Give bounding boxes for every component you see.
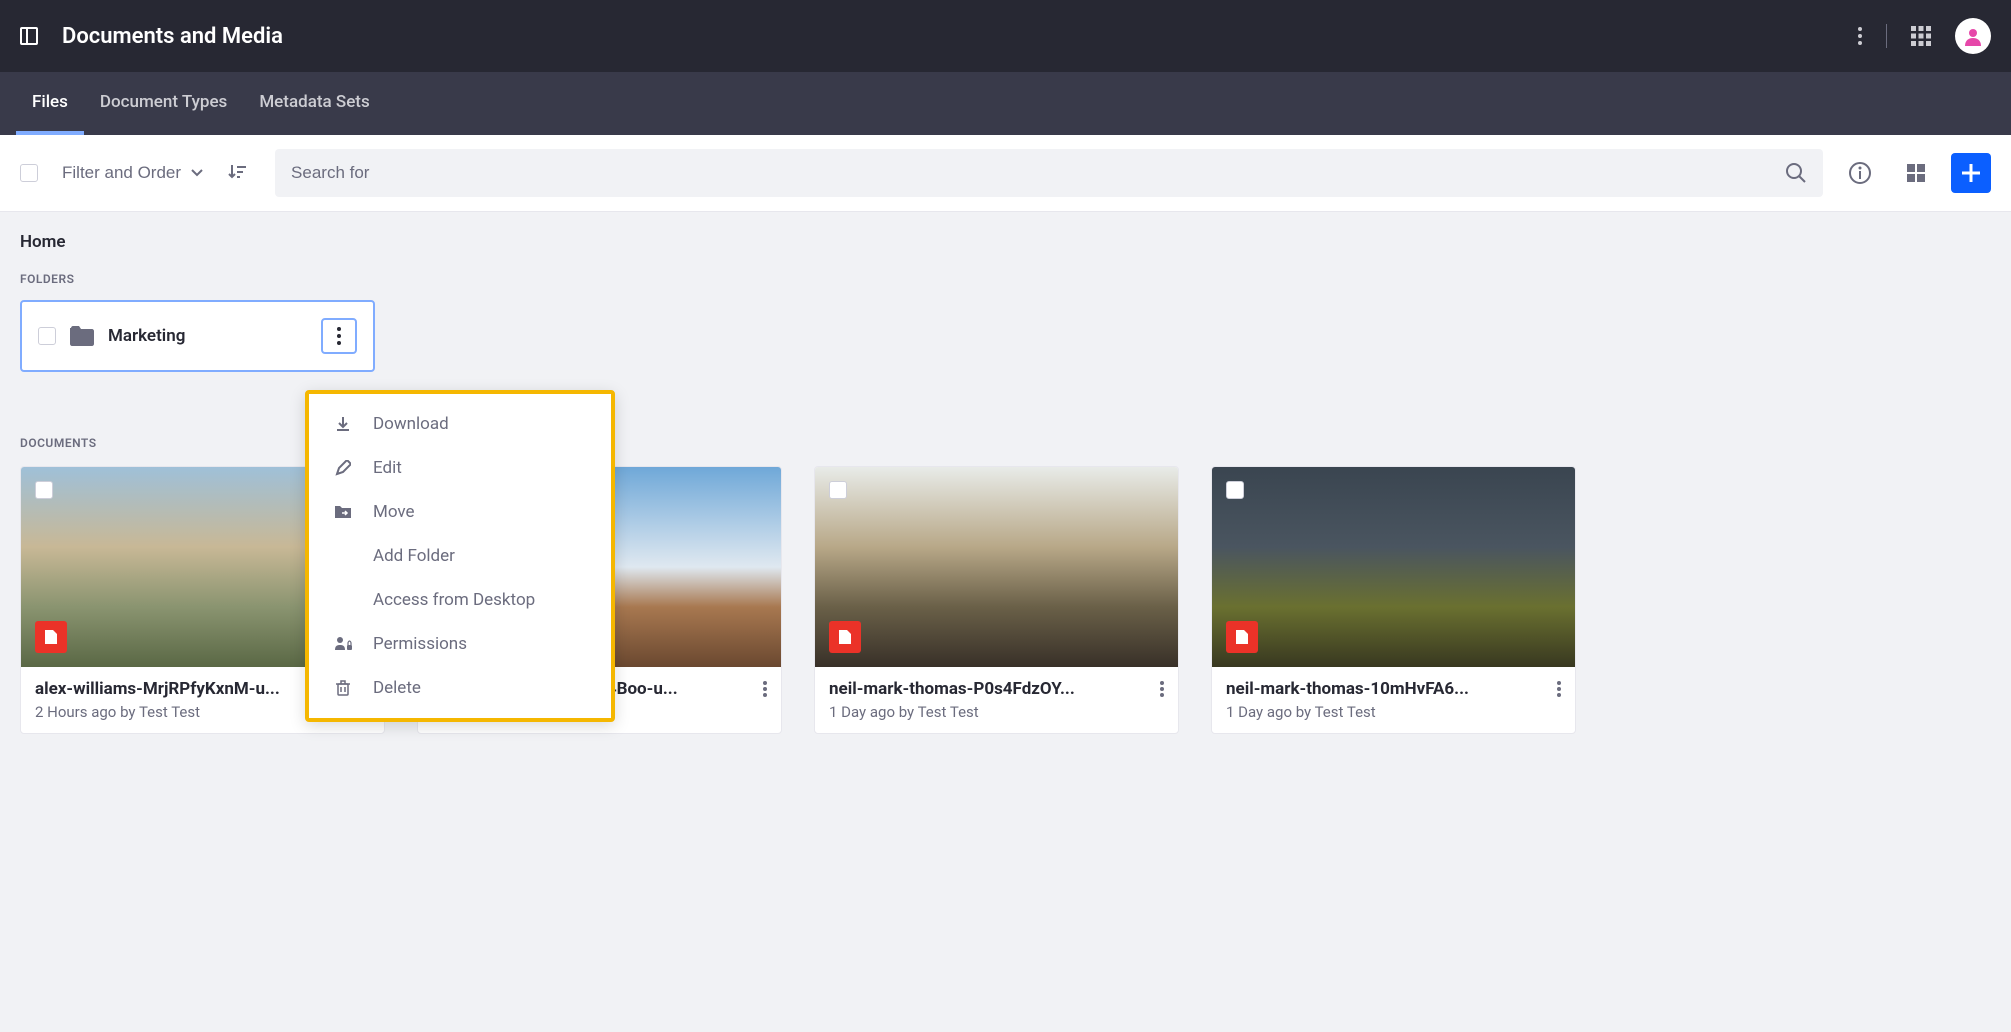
folder-name: Marketing <box>108 326 307 346</box>
dropdown-edit[interactable]: Edit <box>309 446 611 490</box>
page-title: Documents and Media <box>62 24 283 49</box>
app-header: Documents and Media <box>0 0 2011 72</box>
document-card[interactable]: neil-mark-thomas-P0s4FdzOY... 1 Day ago … <box>814 466 1179 734</box>
dropdown-move-label: Move <box>373 502 415 522</box>
folder-actions-button[interactable] <box>321 318 357 354</box>
folder-checkbox[interactable] <box>38 327 56 345</box>
image-badge-icon <box>1226 621 1258 653</box>
dropdown-permissions-label: Permissions <box>373 634 467 654</box>
folder-icon <box>70 326 94 346</box>
dropdown-edit-label: Edit <box>373 458 402 478</box>
document-meta: 1 Day ago by Test Test <box>829 703 1164 721</box>
document-checkbox[interactable] <box>1226 481 1244 499</box>
document-meta: 1 Day ago by Test Test <box>1226 703 1561 721</box>
search-box <box>275 149 1823 197</box>
move-icon <box>333 505 353 519</box>
dropdown-move[interactable]: Move <box>309 490 611 534</box>
folder-card[interactable]: Marketing <box>20 300 375 372</box>
edit-icon <box>333 460 353 476</box>
caret-down-icon <box>191 169 203 177</box>
image-badge-icon <box>35 621 67 653</box>
sort-icon[interactable] <box>227 163 247 183</box>
document-checkbox[interactable] <box>829 481 847 499</box>
search-icon[interactable] <box>1785 162 1807 184</box>
folders-section-label: FOLDERS <box>20 272 1991 286</box>
download-icon <box>333 416 353 432</box>
dropdown-download[interactable]: Download <box>309 402 611 446</box>
dropdown-delete[interactable]: Delete <box>309 666 611 710</box>
add-button[interactable] <box>1951 153 1991 193</box>
panel-toggle-icon[interactable] <box>20 27 38 45</box>
search-input[interactable] <box>291 163 1785 183</box>
folder-actions-dropdown: Download Edit Move Add Folder Access fro… <box>305 390 615 722</box>
document-thumbnail <box>815 467 1178 667</box>
select-all-checkbox[interactable] <box>20 164 38 182</box>
tab-files[interactable]: Files <box>16 72 84 135</box>
document-actions-icon[interactable] <box>1557 681 1561 697</box>
permissions-icon <box>333 636 353 652</box>
dropdown-delete-label: Delete <box>373 678 421 698</box>
image-badge-icon <box>829 621 861 653</box>
document-checkbox[interactable] <box>35 481 53 499</box>
filter-order-label: Filter and Order <box>62 163 181 183</box>
header-more-icon[interactable] <box>1858 27 1862 45</box>
dropdown-access-desktop-label: Access from Desktop <box>373 590 535 610</box>
filter-order-button[interactable]: Filter and Order <box>54 163 211 183</box>
tab-document-types[interactable]: Document Types <box>84 72 243 135</box>
document-card[interactable]: neil-mark-thomas-10mHvFA6... 1 Day ago b… <box>1211 466 1576 734</box>
toolbar: Filter and Order <box>0 135 2011 212</box>
document-title: neil-mark-thomas-P0s4FdzOY... <box>829 679 1160 699</box>
breadcrumb[interactable]: Home <box>20 232 1991 252</box>
delete-icon <box>333 680 353 696</box>
dropdown-access-desktop[interactable]: Access from Desktop <box>309 578 611 622</box>
tab-metadata-sets[interactable]: Metadata Sets <box>243 72 385 135</box>
view-grid-icon[interactable] <box>1897 154 1935 192</box>
dropdown-add-folder-label: Add Folder <box>373 546 455 566</box>
document-title: neil-mark-thomas-10mHvFA6... <box>1226 679 1557 699</box>
document-thumbnail <box>1212 467 1575 667</box>
dropdown-add-folder[interactable]: Add Folder <box>309 534 611 578</box>
info-icon[interactable] <box>1839 152 1881 194</box>
dropdown-download-label: Download <box>373 414 449 434</box>
tabs: Files Document Types Metadata Sets <box>0 72 2011 135</box>
document-actions-icon[interactable] <box>1160 681 1164 697</box>
header-separator <box>1886 24 1887 48</box>
document-actions-icon[interactable] <box>763 681 767 697</box>
dropdown-permissions[interactable]: Permissions <box>309 622 611 666</box>
content: Home FOLDERS Marketing Download Edit Mov… <box>0 212 2011 754</box>
apps-grid-icon[interactable] <box>1911 26 1931 46</box>
avatar[interactable] <box>1955 18 1991 54</box>
